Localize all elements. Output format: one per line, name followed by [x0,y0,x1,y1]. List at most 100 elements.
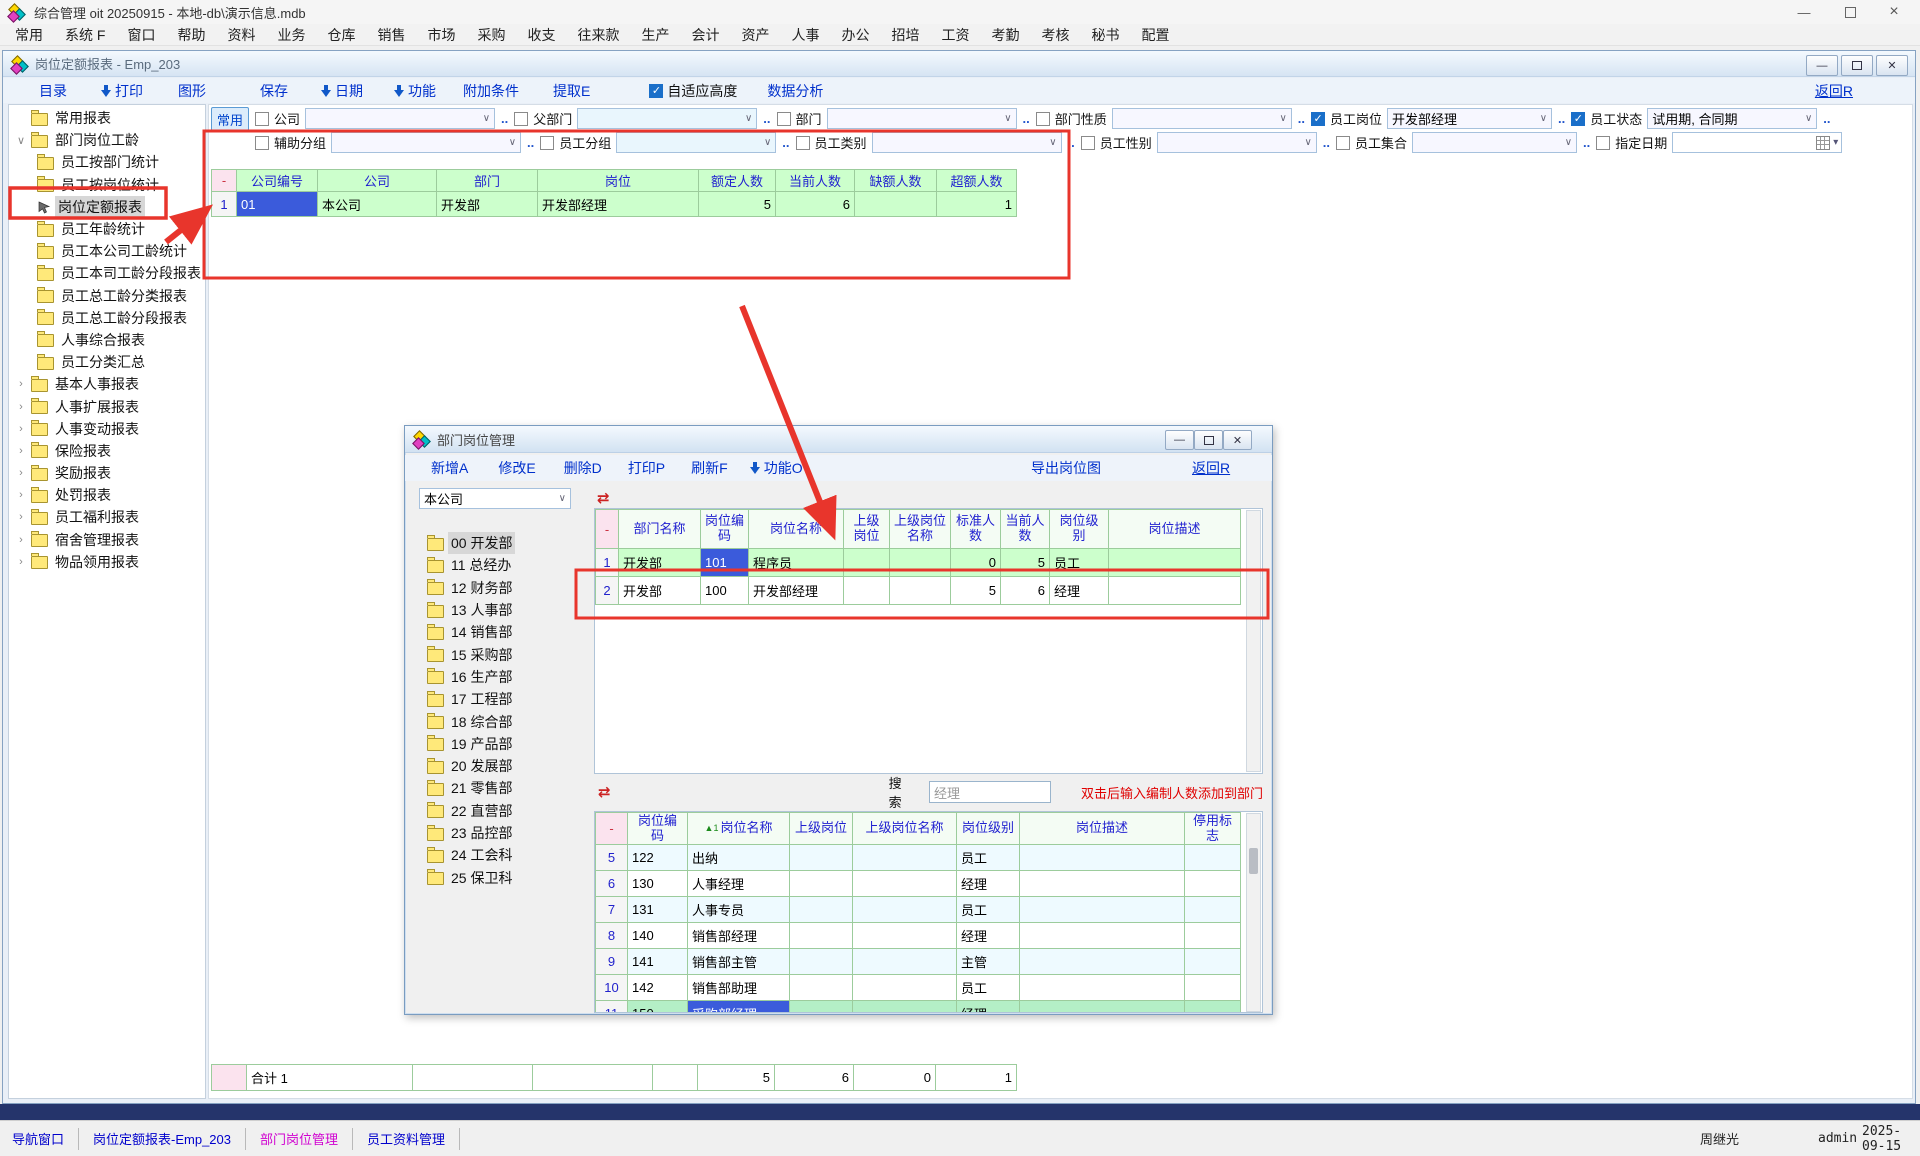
dept-item[interactable]: 23 品控部 [417,822,589,844]
sup-post-name-cell[interactable] [853,845,957,871]
post-level-cell[interactable]: 主管 [957,949,1020,975]
tree-item-post-quota-report[interactable]: 岗位定额报表 [9,196,205,218]
taskbar-dept-post-mgmt[interactable]: 部门岗位管理 [248,1127,350,1151]
row-number-cell[interactable]: 10 [595,975,628,1001]
sup-post-name-cell[interactable] [890,577,951,605]
menu-cangku[interactable]: 仓库 [316,24,366,46]
chevron-collapsed-icon[interactable]: › [15,423,27,435]
post-level-cell[interactable]: 经理 [1050,577,1109,605]
tree-item-emp-company-seniority[interactable]: 员工本公司工龄统计 [9,240,205,262]
emp-status-checkbox[interactable] [1571,112,1585,126]
catalog-button[interactable]: 目录 [39,81,67,101]
sup-post-cell[interactable] [790,897,853,923]
sup-post-cell[interactable] [790,845,853,871]
popup-minimize-button[interactable]: — [1165,430,1194,450]
popup-close-button[interactable]: ✕ [1223,430,1252,450]
sup-post-cell[interactable] [790,871,853,897]
disabled-flag-cell[interactable] [1185,949,1241,975]
menu-xiaoshou[interactable]: 销售 [366,24,416,46]
header-cell[interactable]: 部门 [437,169,538,192]
row-number-cell[interactable]: 5 [595,845,628,871]
header-cell[interactable]: - [595,812,628,845]
menu-shengchan[interactable]: 生产 [630,24,680,46]
emp-category-checkbox[interactable] [796,136,810,150]
search-input[interactable] [929,781,1051,803]
auto-height-checkbox[interactable] [649,84,663,98]
row-number-cell[interactable]: 1 [211,192,237,217]
post-code-cell[interactable]: 140 [628,923,688,949]
tree-item-dept-post-seniority[interactable]: ∨部门岗位工龄 [9,129,205,151]
chevron-collapsed-icon[interactable]: › [15,511,27,523]
sup-post-cell[interactable] [790,923,853,949]
tree-item-hr-summary[interactable]: 人事综合报表 [9,329,205,351]
print-button[interactable]: 打印 [101,81,143,101]
swap-panels-icon[interactable]: ⇄ [598,783,611,801]
report-back-button[interactable]: 返回R [1815,81,1853,101]
menu-yewu[interactable]: 业务 [266,24,316,46]
post-name-cell[interactable]: 出纳 [688,845,790,871]
edit-button[interactable]: 修改E [498,458,535,478]
post-desc-cell[interactable] [1020,949,1185,975]
dept-post-row[interactable]: 1 开发部 101 程序员 0 5 员工 [595,549,1241,577]
dept-nature-checkbox[interactable] [1036,112,1050,126]
post-code-cell[interactable]: 101 [701,549,749,577]
sup-post-name-cell[interactable] [853,871,957,897]
post-code-cell[interactable]: 142 [628,975,688,1001]
std-count-cell[interactable]: 5 [951,577,1001,605]
close-button[interactable]: × [1872,0,1916,24]
sup-post-cell[interactable] [844,577,890,605]
header-cell[interactable]: 岗位描述 [1020,812,1185,845]
post-desc-cell[interactable] [1020,923,1185,949]
taskbar-emp-data-mgmt[interactable]: 员工资料管理 [355,1127,457,1151]
date-button[interactable]: 日期 [321,81,363,101]
emp-set-combobox[interactable]: ∨ [1412,132,1577,153]
header-cell[interactable]: 当前人数 [776,169,855,192]
extra-conditions-button[interactable]: 附加条件 [463,81,519,101]
header-cell[interactable]: - [211,169,237,192]
menu-shichang[interactable]: 市场 [416,24,466,46]
menu-wanglaikuan[interactable]: 往来款 [566,24,630,46]
post-row[interactable]: 5 122 出纳 员工 [595,845,1241,871]
popup-restore-button[interactable] [1194,430,1223,450]
row-number-cell[interactable]: 6 [595,871,628,897]
emp-post-checkbox[interactable] [1311,112,1325,126]
header-cell-sorted[interactable]: ▲1岗位名称 [688,812,790,845]
chevron-collapsed-icon[interactable]: › [15,534,27,546]
dept-item[interactable]: 16 生产部 [417,666,589,688]
emp-group-combobox[interactable]: ∨ [616,132,776,153]
menu-gongzi[interactable]: 工资 [930,24,980,46]
post-code-cell[interactable]: 141 [628,949,688,975]
header-cell[interactable]: 岗位名称 [749,509,844,549]
cur-count-cell[interactable]: 5 [1001,549,1050,577]
header-cell[interactable]: 上级岗位 [790,812,853,845]
maximize-button[interactable] [1828,0,1872,24]
header-cell[interactable]: 岗位级别 [957,812,1020,845]
header-cell[interactable]: 缺额人数 [855,169,937,192]
row-number-cell[interactable]: 9 [595,949,628,975]
tree-item-hr-changes[interactable]: ›人事变动报表 [9,418,205,440]
dept-nature-combobox[interactable]: ∨ [1112,108,1292,129]
post-code-cell[interactable]: 100 [701,577,749,605]
chevron-collapsed-icon[interactable]: › [15,489,27,501]
tree-item-hr-extended[interactable]: ›人事扩展报表 [9,395,205,417]
tree-item-punishment[interactable]: ›处罚报表 [9,484,205,506]
report-minimize-button[interactable]: — [1806,55,1838,76]
menu-renshi[interactable]: 人事 [780,24,830,46]
post-level-cell[interactable]: 员工 [957,845,1020,871]
dept-item[interactable]: 17 工程部 [417,688,589,710]
chevron-expanded-icon[interactable]: ∨ [15,134,27,147]
emp-set-checkbox[interactable] [1336,136,1350,150]
dept-item[interactable]: 12 财务部 [417,577,589,599]
refresh-button[interactable]: 刷新F [691,458,728,478]
report-close-button[interactable]: ✕ [1876,55,1908,76]
post-desc-cell[interactable] [1020,845,1185,871]
chevron-collapsed-icon[interactable]: › [15,445,27,457]
popup-print-button[interactable]: 打印P [628,458,665,478]
disabled-flag-cell[interactable] [1185,871,1241,897]
specified-date-checkbox[interactable] [1596,136,1610,150]
sup-post-name-cell[interactable] [890,549,951,577]
post-desc-cell[interactable] [1109,577,1241,605]
sup-post-name-cell[interactable] [853,1001,957,1013]
dept-cell[interactable]: 开发部 [437,192,538,217]
post-name-cell[interactable]: 程序员 [749,549,844,577]
